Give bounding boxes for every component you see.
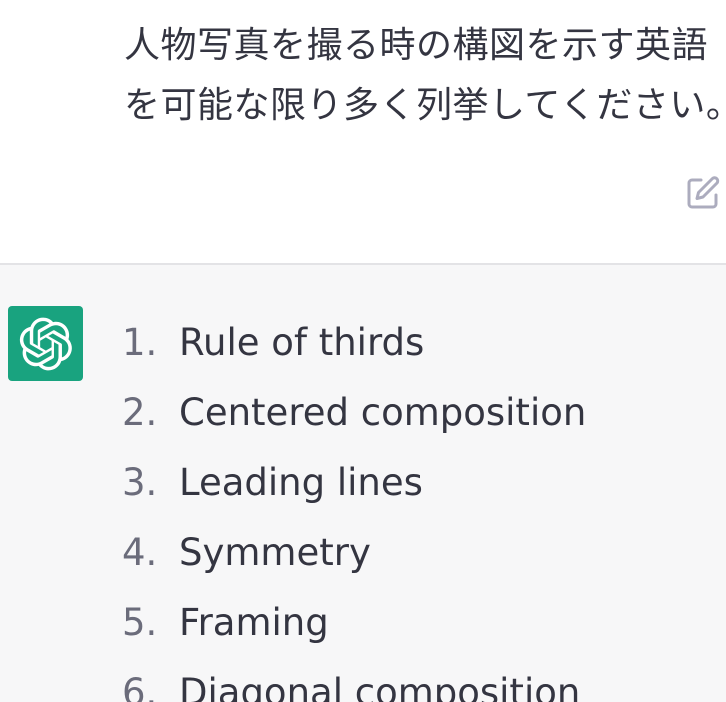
user-message-text: 人物写真を撮る時の構図を示す英語 を可能な限り多く列挙してください。 xyxy=(124,25,726,126)
list-item-number: 5. xyxy=(122,601,158,644)
list-item: 4. Symmetry xyxy=(0,519,726,589)
list-item: 3. Leading lines xyxy=(0,449,726,519)
list-item-label: Centered composition xyxy=(179,391,587,434)
list-item-label: Framing xyxy=(179,601,329,644)
list-item-label: Rule of thirds xyxy=(179,321,425,364)
list-item-number: 3. xyxy=(122,461,158,504)
list-item-number: 1. xyxy=(122,321,158,364)
chat-page: 人物写真を撮る時の構図を示す英語 を可能な限り多く列挙してください。 1. Ru… xyxy=(0,0,726,702)
list-item: 1. Rule of thirds xyxy=(0,309,726,379)
list-item-label: Leading lines xyxy=(179,461,423,504)
user-message: 人物写真を撮る時の構図を示す英語 を可能な限り多く列挙してください。 xyxy=(0,0,726,264)
answer-list: 1. Rule of thirds 2. Centered compositio… xyxy=(0,309,726,702)
list-item-number: 6. xyxy=(122,671,158,702)
list-item-label: Diagonal composition xyxy=(179,671,581,702)
edit-icon[interactable] xyxy=(684,174,722,212)
list-item-number: 4. xyxy=(122,531,158,574)
assistant-message: 1. Rule of thirds 2. Centered compositio… xyxy=(0,265,726,702)
list-item-label: Symmetry xyxy=(179,531,371,574)
list-item: 5. Framing xyxy=(0,589,726,659)
list-item-number: 2. xyxy=(122,391,158,434)
list-item: 6. Diagonal composition xyxy=(0,659,726,702)
list-item: 2. Centered composition xyxy=(0,379,726,449)
